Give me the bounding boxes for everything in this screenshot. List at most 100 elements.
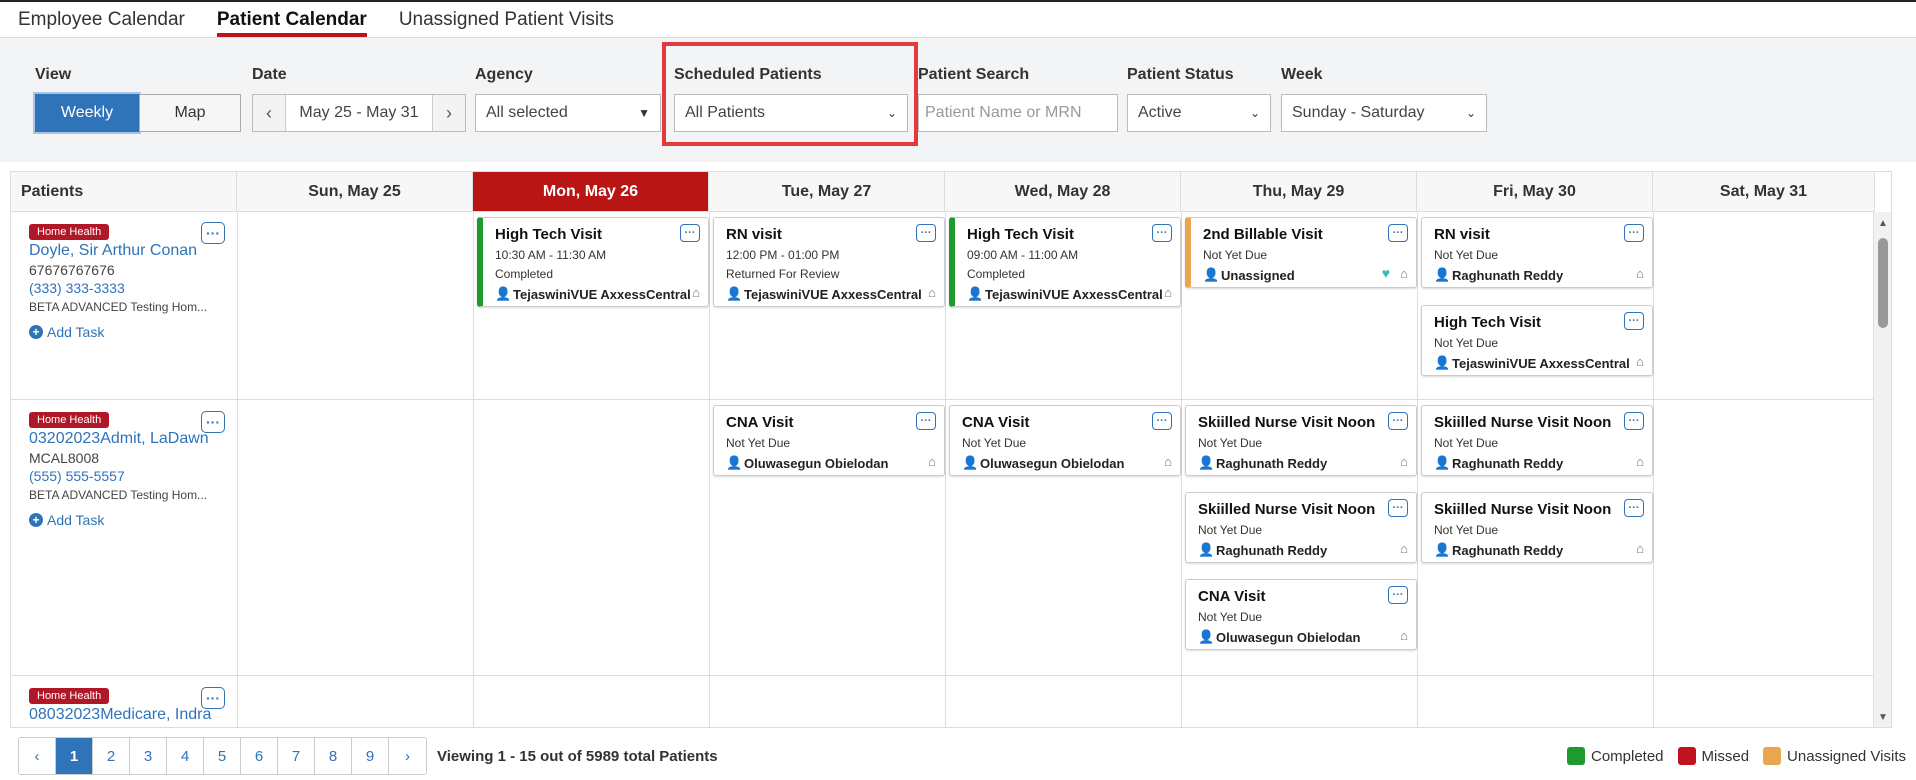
visit-more-button[interactable]: ··· bbox=[1624, 499, 1644, 517]
visit-card[interactable]: Skiilled Nurse Visit Noon Not Yet Due 👤 R… bbox=[1421, 492, 1653, 563]
visit-card[interactable]: RN visit Not Yet Due 👤 Raghunath Reddy ⌂ … bbox=[1421, 217, 1653, 288]
visit-status: Completed bbox=[495, 267, 554, 281]
visit-card[interactable]: CNA Visit Not Yet Due 👤 Oluwasegun Obielo… bbox=[1185, 579, 1417, 650]
map-view-button[interactable]: Map bbox=[139, 94, 241, 132]
home-icon: ⌂ bbox=[928, 285, 936, 300]
visit-assignee: TejaswiniVUE AxxessCentral bbox=[985, 286, 1163, 302]
heart-icon: ♥ bbox=[1381, 265, 1390, 281]
visit-more-button[interactable]: ··· bbox=[1624, 224, 1644, 242]
patient-more-button[interactable]: ··· bbox=[201, 411, 225, 433]
patient-calendar-grid: Patients Sun, May 25 Mon, May 26 Tue, Ma… bbox=[10, 171, 1892, 728]
patient-search-input[interactable]: Patient Name or MRN bbox=[918, 94, 1118, 132]
page-button-8[interactable]: 8 bbox=[315, 738, 352, 774]
agency-label: Agency bbox=[475, 66, 533, 83]
visit-more-button[interactable]: ··· bbox=[1388, 224, 1408, 242]
page-button-7[interactable]: 7 bbox=[278, 738, 315, 774]
visit-more-button[interactable]: ··· bbox=[1152, 224, 1172, 242]
visit-more-button[interactable]: ··· bbox=[1388, 412, 1408, 430]
agency-select[interactable]: All selected ▼ bbox=[475, 94, 661, 132]
scroll-up-icon[interactable]: ▲ bbox=[1878, 218, 1888, 229]
vertical-scrollbar[interactable]: ▲ ▼ bbox=[1873, 212, 1891, 727]
visit-more-button[interactable]: ··· bbox=[1388, 499, 1408, 517]
patient-more-button[interactable]: ··· bbox=[201, 222, 225, 244]
visit-status: Returned For Review bbox=[726, 267, 840, 281]
chevron-left-icon[interactable]: ‹ bbox=[19, 738, 56, 774]
plus-circle-icon: + bbox=[29, 513, 43, 527]
add-task-button[interactable]: + Add Task bbox=[29, 512, 236, 528]
person-icon: 👤 bbox=[1203, 267, 1220, 282]
visit-assignee: Raghunath Reddy bbox=[1452, 267, 1564, 283]
legend-label-missed: Missed bbox=[1701, 747, 1750, 765]
visit-more-button[interactable]: ··· bbox=[680, 224, 700, 242]
page-button-3[interactable]: 3 bbox=[130, 738, 167, 774]
visit-card[interactable]: Skiilled Nurse Visit Noon Not Yet Due 👤 R… bbox=[1185, 492, 1417, 563]
visit-card[interactable]: High Tech Visit Not Yet Due 👤 TejaswiniVU… bbox=[1421, 305, 1653, 376]
visit-title: Skiilled Nurse Visit Noon bbox=[1198, 414, 1376, 431]
agency-filter: Agency All selected ▼ bbox=[475, 66, 661, 132]
person-icon: 👤 bbox=[1198, 542, 1215, 557]
person-icon: 👤 bbox=[967, 286, 984, 301]
visit-card[interactable]: Skiilled Nurse Visit Noon Not Yet Due 👤 R… bbox=[1185, 405, 1417, 476]
chevron-right-icon[interactable]: › bbox=[433, 95, 465, 131]
page-button-5[interactable]: 5 bbox=[204, 738, 241, 774]
day-header-tue: Tue, May 27 bbox=[709, 172, 945, 212]
plus-circle-icon: + bbox=[29, 325, 43, 339]
visit-card[interactable]: RN visit 12:00 PM - 01:00 PM Returned Fo… bbox=[713, 217, 945, 307]
patient-mrn: 67676767676 bbox=[29, 262, 115, 278]
visit-status: Not Yet Due bbox=[1434, 248, 1499, 262]
visit-card[interactable]: Skiilled Nurse Visit Noon Not Yet Due 👤 R… bbox=[1421, 405, 1653, 476]
visit-assignee: Raghunath Reddy bbox=[1216, 542, 1328, 558]
chevron-right-icon[interactable]: › bbox=[389, 738, 426, 774]
week-select[interactable]: Sunday - Saturday ⌄ bbox=[1281, 94, 1487, 132]
visit-assignee: TejaswiniVUE AxxessCentral bbox=[513, 286, 691, 302]
chevron-left-icon[interactable]: ‹ bbox=[253, 95, 285, 131]
tab-employee-calendar[interactable]: Employee Calendar bbox=[18, 9, 185, 37]
column-divider bbox=[945, 212, 946, 727]
service-badge: Home Health bbox=[29, 412, 110, 428]
visit-card[interactable]: High Tech Visit 10:30 AM - 11:30 AM Comp… bbox=[477, 217, 709, 307]
service-badge: Home Health bbox=[29, 688, 110, 704]
scroll-down-icon[interactable]: ▼ bbox=[1878, 712, 1888, 723]
legend-swatch-completed bbox=[1566, 747, 1585, 765]
patient-phone-link[interactable]: (333) 333-3333 bbox=[29, 280, 236, 296]
pagination: ‹ 1 2 3 4 5 6 7 8 9 › bbox=[18, 737, 427, 775]
page-button-9[interactable]: 9 bbox=[352, 738, 389, 774]
home-icon: ⌂ bbox=[1164, 454, 1172, 469]
visit-time: 12:00 PM - 01:00 PM bbox=[726, 248, 840, 262]
visit-card[interactable]: 2nd Billable Visit Not Yet Due 👤 Unassign… bbox=[1185, 217, 1417, 288]
visit-more-button[interactable]: ··· bbox=[1624, 312, 1644, 330]
visit-assignee: Oluwasegun Obielodan bbox=[980, 455, 1125, 471]
page-button-1[interactable]: 1 bbox=[56, 738, 93, 774]
column-divider bbox=[709, 212, 710, 727]
week-label: Week bbox=[1281, 66, 1323, 83]
page-button-2[interactable]: 2 bbox=[93, 738, 130, 774]
visit-more-button[interactable]: ··· bbox=[916, 224, 936, 242]
visit-more-button[interactable]: ··· bbox=[1388, 586, 1408, 604]
scrollbar-thumb[interactable] bbox=[1878, 238, 1888, 328]
visit-more-button[interactable]: ··· bbox=[916, 412, 936, 430]
weekly-view-button[interactable]: Weekly bbox=[35, 94, 139, 132]
visit-card[interactable]: CNA Visit Not Yet Due 👤 Oluwasegun Obielo… bbox=[713, 405, 945, 476]
visit-more-button[interactable]: ··· bbox=[1152, 412, 1172, 430]
tab-unassigned-patient-visits[interactable]: Unassigned Patient Visits bbox=[399, 9, 614, 37]
caret-down-icon: ▼ bbox=[638, 106, 650, 120]
visit-card[interactable]: CNA Visit Not Yet Due 👤 Oluwasegun Obielo… bbox=[949, 405, 1181, 476]
patient-agency: BETA ADVANCED Testing Hom... bbox=[29, 300, 208, 314]
person-icon: 👤 bbox=[1198, 455, 1215, 470]
day-header-fri: Fri, May 30 bbox=[1417, 172, 1653, 212]
row-divider bbox=[11, 675, 1891, 676]
pagination-summary: Viewing 1 - 15 out of 5989 total Patient… bbox=[437, 747, 718, 765]
tab-patient-calendar[interactable]: Patient Calendar bbox=[216, 9, 367, 37]
patient-name-link[interactable]: Doyle, Sir Arthur Conan bbox=[29, 242, 236, 260]
visit-assignee: Raghunath Reddy bbox=[1216, 455, 1328, 471]
add-task-button[interactable]: + Add Task bbox=[29, 324, 236, 340]
page-button-6[interactable]: 6 bbox=[241, 738, 278, 774]
visit-card[interactable]: High Tech Visit 09:00 AM - 11:00 AM Comp… bbox=[949, 217, 1181, 307]
date-range-value[interactable]: May 25 - May 31 bbox=[285, 95, 433, 131]
patient-status-select[interactable]: Active ⌄ bbox=[1127, 94, 1271, 132]
patient-phone-link[interactable]: (555) 555-5557 bbox=[29, 468, 236, 484]
patient-more-button[interactable]: ··· bbox=[201, 687, 225, 709]
visit-title: CNA Visit bbox=[962, 414, 1030, 431]
page-button-4[interactable]: 4 bbox=[167, 738, 204, 774]
visit-more-button[interactable]: ··· bbox=[1624, 412, 1644, 430]
